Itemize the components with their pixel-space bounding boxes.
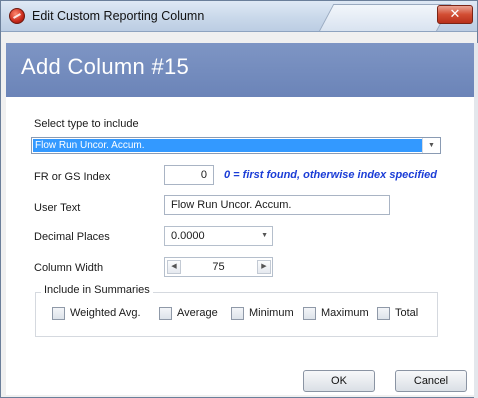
type-select-value: Flow Run Uncor. Accum. bbox=[33, 139, 422, 152]
summaries-group-title: Include in Summaries bbox=[41, 284, 153, 296]
checkbox-box[interactable] bbox=[303, 307, 316, 320]
decimal-places-label: Decimal Places bbox=[34, 231, 110, 243]
app-logo-icon bbox=[9, 8, 25, 24]
type-select[interactable]: Flow Run Uncor. Accum. ▼ bbox=[31, 137, 441, 154]
checkbox-weighted-avg[interactable]: Weighted Avg. bbox=[52, 306, 152, 322]
column-width-spinner[interactable]: ◀ 75 ▶ bbox=[164, 257, 273, 277]
checkbox-box[interactable] bbox=[377, 307, 390, 320]
checkbox-box[interactable] bbox=[52, 307, 65, 320]
index-input[interactable]: 0 bbox=[164, 165, 214, 185]
checkbox-label: Weighted Avg. bbox=[70, 307, 141, 319]
index-label: FR or GS Index bbox=[34, 171, 111, 183]
type-label: Select type to include bbox=[34, 118, 139, 130]
ok-button[interactable]: OK bbox=[303, 370, 375, 392]
checkbox-box[interactable] bbox=[231, 307, 244, 320]
dialog-window: Edit Custom Reporting Column ✕ Add Colum… bbox=[0, 0, 478, 398]
chevron-down-icon[interactable]: ▼ bbox=[422, 138, 440, 153]
column-width-value[interactable]: 75 bbox=[165, 261, 272, 273]
title-bar-decoration bbox=[319, 4, 452, 31]
checkbox-average[interactable]: Average bbox=[159, 306, 225, 322]
decimal-places-select[interactable]: 0.0000 ▼ bbox=[164, 226, 273, 246]
checkbox-label: Total bbox=[395, 307, 419, 319]
checkbox-minimum[interactable]: Minimum bbox=[231, 306, 297, 322]
cancel-button[interactable]: Cancel bbox=[395, 370, 467, 392]
chevron-down-icon: ▼ bbox=[261, 232, 268, 239]
checkbox-label: Maximum bbox=[321, 307, 369, 319]
header-banner: Add Column #15 bbox=[6, 43, 474, 97]
window-edge bbox=[474, 43, 478, 398]
close-icon: ✕ bbox=[449, 6, 461, 21]
page-title: Add Column #15 bbox=[21, 54, 190, 79]
column-width-label: Column Width bbox=[34, 262, 104, 274]
user-text-input[interactable]: Flow Run Uncor. Accum. bbox=[164, 195, 390, 215]
decimal-places-value: 0.0000 bbox=[171, 230, 205, 242]
checkbox-label: Minimum bbox=[249, 307, 294, 319]
window-title: Edit Custom Reporting Column bbox=[32, 9, 205, 23]
user-text-label: User Text bbox=[34, 202, 81, 214]
index-hint: 0 = first found, otherwise index specifi… bbox=[224, 169, 438, 181]
checkbox-total[interactable]: Total bbox=[377, 306, 427, 322]
chevron-right-icon[interactable]: ▶ bbox=[257, 260, 271, 274]
checkbox-maximum[interactable]: Maximum bbox=[303, 306, 373, 322]
checkbox-label: Average bbox=[177, 307, 218, 319]
title-bar[interactable]: Edit Custom Reporting Column ✕ bbox=[1, 1, 477, 32]
checkbox-box[interactable] bbox=[159, 307, 172, 320]
close-button[interactable]: ✕ bbox=[437, 5, 473, 24]
